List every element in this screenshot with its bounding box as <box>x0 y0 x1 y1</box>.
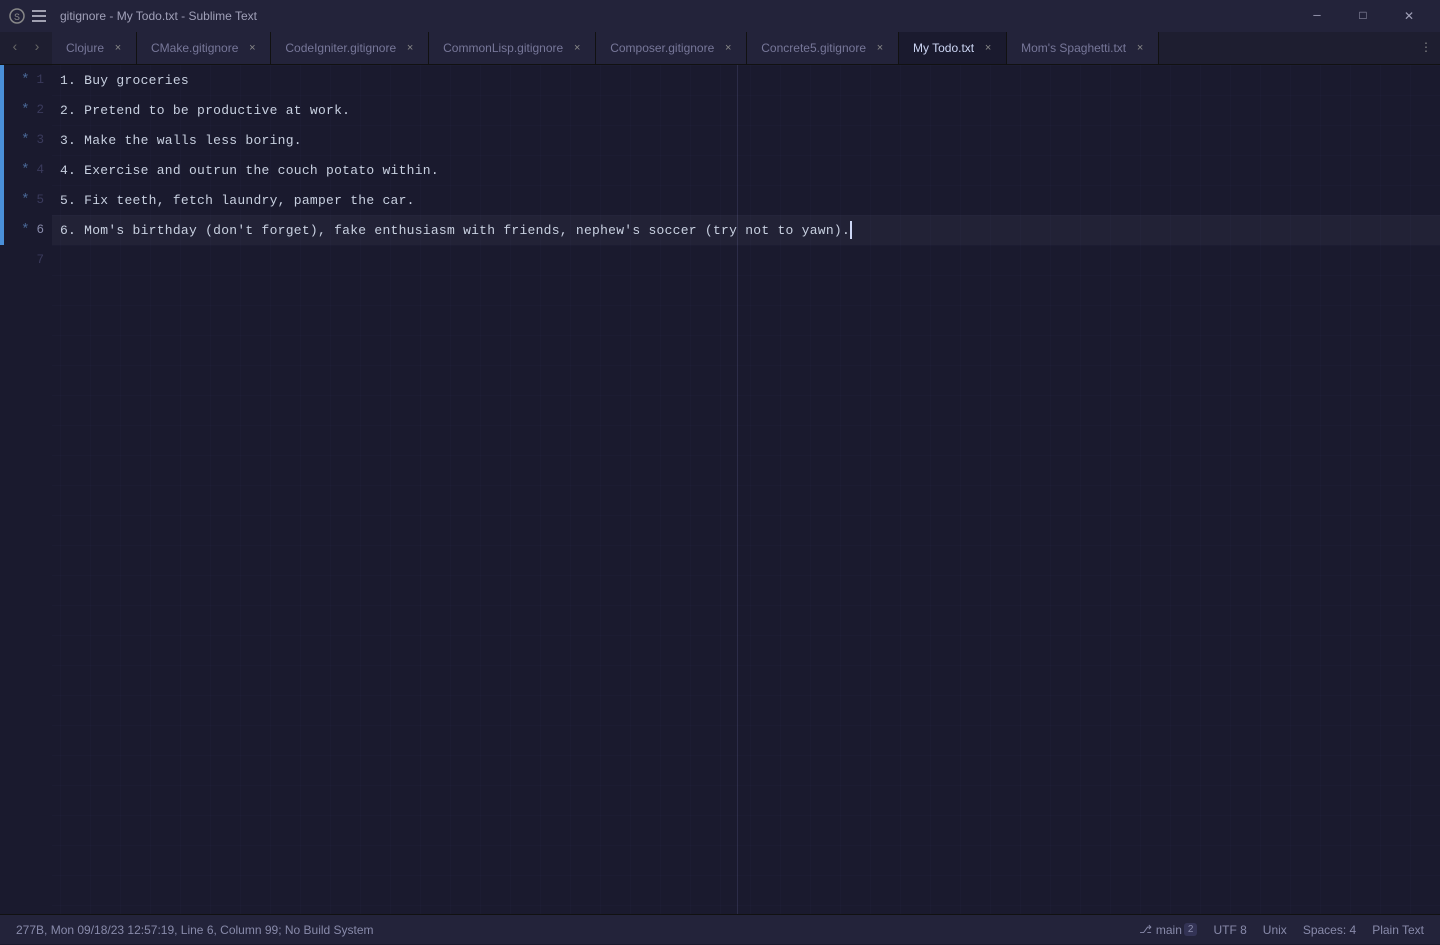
line-number-1: 1 <box>36 73 44 87</box>
tab-overflow-button[interactable]: ⋮ <box>1412 32 1440 64</box>
syntax-status[interactable]: Plain Text <box>1364 915 1432 945</box>
close-button[interactable]: ✕ <box>1386 0 1432 32</box>
tab-close-cmake[interactable]: × <box>244 40 260 56</box>
modified-indicator-1 <box>0 65 4 95</box>
line-number-7: 7 <box>36 253 44 267</box>
indent-status[interactable]: Spaces: 4 <box>1295 915 1364 945</box>
tab-label-composer: Composer.gitignore <box>610 41 714 55</box>
minimize-button[interactable]: ─ <box>1294 0 1340 32</box>
encoding-status[interactable]: UTF 8 <box>1205 915 1254 945</box>
modified-star-4: * <box>21 162 29 178</box>
back-button[interactable]: ‹ <box>4 37 26 59</box>
tab-close-composer[interactable]: × <box>720 40 736 56</box>
file-info[interactable]: 277B, Mon 09/18/23 12:57:19, Line 6, Col… <box>8 915 382 945</box>
code-line-1[interactable]: 1. Buy groceries <box>52 65 1440 95</box>
tab-close-commonlisp[interactable]: × <box>569 40 585 56</box>
tab-label-cmake: CMake.gitignore <box>151 41 238 55</box>
tab-momspaghetti[interactable]: Mom's Spaghetti.txt × <box>1007 32 1159 64</box>
editor[interactable]: *1*2*3*4*5*67 1. Buy groceries2. Pretend… <box>0 65 1440 914</box>
modified-indicator-2 <box>0 95 4 125</box>
line-number-2: 2 <box>36 103 44 117</box>
tab-codeigniter[interactable]: CodeIgniter.gitignore × <box>271 32 429 64</box>
line-ending-status[interactable]: Unix <box>1255 915 1295 945</box>
tab-close-codeigniter[interactable]: × <box>402 40 418 56</box>
code-line-4[interactable]: 4. Exercise and outrun the couch potato … <box>52 155 1440 185</box>
tab-close-concrete5[interactable]: × <box>872 40 888 56</box>
modified-star-1: * <box>21 72 29 88</box>
gutter-line-6: *6 <box>0 215 52 245</box>
cursor <box>850 221 852 239</box>
code-area[interactable]: 1. Buy groceries2. Pretend to be product… <box>52 65 1440 914</box>
line-number-4: 4 <box>36 163 44 177</box>
forward-button[interactable]: › <box>26 37 48 59</box>
nav-arrows: ‹ › <box>0 32 52 64</box>
tab-close-clojure[interactable]: × <box>110 40 126 56</box>
gutter: *1*2*3*4*5*67 <box>0 65 52 914</box>
title-bar: S gitignore - My Todo.txt - Sublime Text… <box>0 0 1440 32</box>
code-line-7[interactable] <box>52 245 1440 275</box>
modified-indicator-6 <box>0 215 4 245</box>
tab-clojure[interactable]: Clojure × <box>52 32 137 64</box>
modified-star-6: * <box>21 222 29 238</box>
branch-name: main <box>1156 923 1182 937</box>
tab-commonlisp[interactable]: CommonLisp.gitignore × <box>429 32 596 64</box>
tab-concrete5[interactable]: Concrete5.gitignore × <box>747 32 899 64</box>
modified-star-3: * <box>21 132 29 148</box>
tab-mytodo[interactable]: My Todo.txt × <box>899 32 1007 64</box>
modified-indicator-5 <box>0 185 4 215</box>
tab-close-mytodo[interactable]: × <box>980 40 996 56</box>
gutter-line-7: 7 <box>0 245 52 275</box>
tab-bar: ‹ › Clojure×CMake.gitignore×CodeIgniter.… <box>0 32 1440 65</box>
status-bar: 277B, Mon 09/18/23 12:57:19, Line 6, Col… <box>0 914 1440 944</box>
line-number-5: 5 <box>36 193 44 207</box>
gutter-line-4: *4 <box>0 155 52 185</box>
tab-label-codeigniter: CodeIgniter.gitignore <box>285 41 396 55</box>
modified-indicator-3 <box>0 125 4 155</box>
tab-cmake[interactable]: CMake.gitignore × <box>137 32 271 64</box>
modified-star-2: * <box>21 102 29 118</box>
modified-indicator-4 <box>0 155 4 185</box>
svg-text:S: S <box>14 13 20 24</box>
branch-count: 2 <box>1184 923 1198 936</box>
code-line-2[interactable]: 2. Pretend to be productive at work. <box>52 95 1440 125</box>
gutter-line-3: *3 <box>0 125 52 155</box>
window-title: gitignore - My Todo.txt - Sublime Text <box>60 9 1294 23</box>
branch-icon: ⎇ <box>1139 923 1152 936</box>
code-line-5[interactable]: 5. Fix teeth, fetch laundry, pamper the … <box>52 185 1440 215</box>
window-controls: ─ □ ✕ <box>1294 0 1432 32</box>
tab-label-mytodo: My Todo.txt <box>913 41 974 55</box>
gutter-line-5: *5 <box>0 185 52 215</box>
branch-status[interactable]: ⎇ main 2 <box>1131 915 1205 945</box>
gutter-line-2: *2 <box>0 95 52 125</box>
tab-label-concrete5: Concrete5.gitignore <box>761 41 866 55</box>
tab-close-momspaghetti[interactable]: × <box>1132 40 1148 56</box>
tab-label-clojure: Clojure <box>66 41 104 55</box>
line-number-6: 6 <box>36 223 44 237</box>
line-number-3: 3 <box>36 133 44 147</box>
maximize-button[interactable]: □ <box>1340 0 1386 32</box>
code-line-6[interactable]: 6. Mom's birthday (don't forget), fake e… <box>52 215 1440 245</box>
tab-composer[interactable]: Composer.gitignore × <box>596 32 747 64</box>
gutter-line-1: *1 <box>0 65 52 95</box>
tab-label-commonlisp: CommonLisp.gitignore <box>443 41 563 55</box>
modified-star-5: * <box>21 192 29 208</box>
code-line-3[interactable]: 3. Make the walls less boring. <box>52 125 1440 155</box>
hamburger-menu[interactable] <box>32 6 52 26</box>
app-icon: S <box>8 7 26 25</box>
tab-label-momspaghetti: Mom's Spaghetti.txt <box>1021 41 1126 55</box>
line-text-6: 6. Mom's birthday (don't forget), fake e… <box>60 223 850 238</box>
